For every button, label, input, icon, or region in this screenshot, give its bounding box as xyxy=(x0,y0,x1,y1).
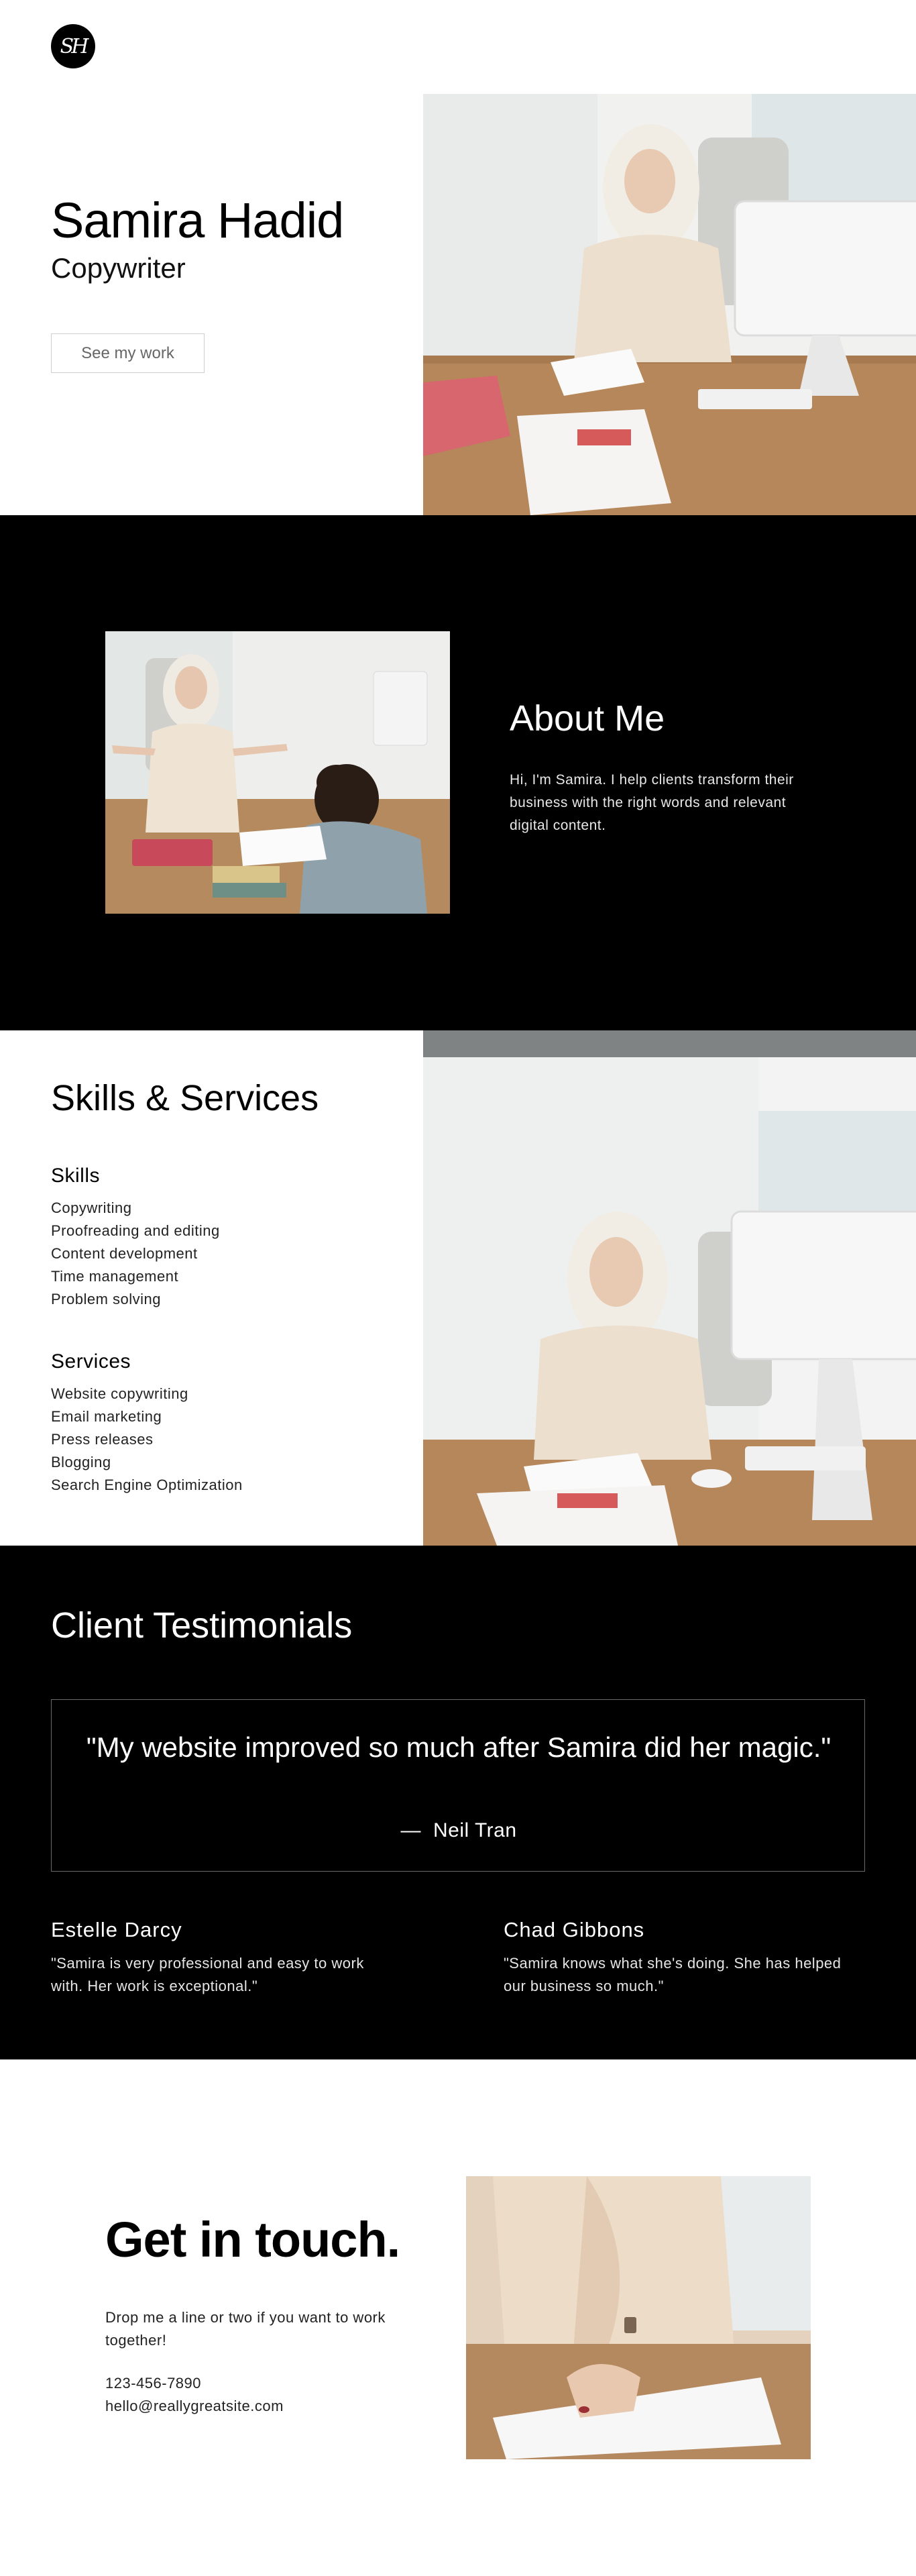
contact-title: Get in touch. xyxy=(105,2212,400,2267)
featured-author: — Neil Tran xyxy=(52,1819,866,1842)
contact-text: Drop me a line or two if you want to wor… xyxy=(105,2309,386,2349)
testimonial-name: Chad Gibbons xyxy=(504,1918,645,1941)
list-item: Copywriting xyxy=(51,1199,132,1216)
skills-heading: Skills xyxy=(51,1165,101,1187)
services-list: Website copywriting Email marketing Pres… xyxy=(51,1383,243,1497)
list-item: Search Engine Optimization xyxy=(51,1477,243,1493)
about-photo xyxy=(105,631,450,914)
list-item: Blogging xyxy=(51,1454,111,1470)
services-heading: Services xyxy=(51,1350,131,1373)
see-my-work-button[interactable]: See my work xyxy=(51,333,205,373)
logo-text: SH xyxy=(60,34,89,58)
about-text: Hi, I'm Samira. I help clients transform… xyxy=(510,772,794,833)
contact-phone[interactable]: 123-456-7890 xyxy=(105,2375,201,2392)
skills-title: Skills & Services xyxy=(51,1078,319,1118)
list-item: Email marketing xyxy=(51,1408,162,1425)
testimonial-name: Estelle Darcy xyxy=(51,1918,182,1941)
skills-photo xyxy=(423,1030,916,1546)
testimonial-text: "Samira knows what she's doing. She has … xyxy=(504,1955,842,1994)
author-name: Neil Tran xyxy=(433,1819,517,1841)
hero-photo xyxy=(423,94,916,515)
list-item: Time management xyxy=(51,1268,179,1285)
testimonials-section: Client Testimonials "My website improved… xyxy=(0,1546,916,2059)
logo[interactable]: SH xyxy=(51,24,95,68)
skills-list: Copywriting Proofreading and editing Con… xyxy=(51,1197,220,1311)
hero-role: Copywriter xyxy=(51,252,186,284)
featured-testimonial: "My website improved so much after Samir… xyxy=(51,1699,865,1872)
hero-name: Samira Hadid xyxy=(51,193,344,248)
site-header: SH xyxy=(0,0,916,94)
about-title: About Me xyxy=(510,698,665,739)
testimonial-text: "Samira is very professional and easy to… xyxy=(51,1955,364,1994)
hero-section: Samira Hadid Copywriter See my work xyxy=(0,94,916,515)
contact-email[interactable]: hello@reallygreatsite.com xyxy=(105,2398,284,2415)
author-dash: — xyxy=(400,1819,421,1841)
skills-section: Skills & Services Skills Copywriting Pro… xyxy=(0,1030,916,1546)
list-item: Proofreading and editing xyxy=(51,1222,220,1239)
about-section: About Me Hi, I'm Samira. I help clients … xyxy=(0,515,916,1030)
contact-section: Get in touch. Drop me a line or two if y… xyxy=(0,2059,916,2576)
contact-photo xyxy=(466,2176,811,2459)
list-item: Website copywriting xyxy=(51,1385,188,1402)
featured-quote: "My website improved so much after Samir… xyxy=(86,1731,832,1763)
testimonials-title: Client Testimonials xyxy=(51,1605,353,1646)
list-item: Content development xyxy=(51,1245,198,1262)
list-item: Press releases xyxy=(51,1431,154,1448)
list-item: Problem solving xyxy=(51,1291,162,1307)
